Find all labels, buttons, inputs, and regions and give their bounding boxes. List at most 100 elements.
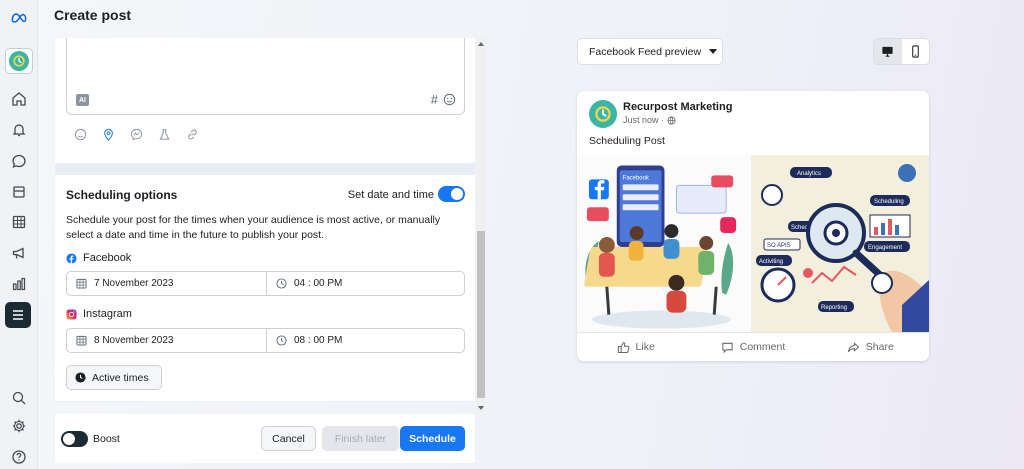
active-times-button[interactable]: Active times — [66, 365, 162, 390]
chevron-down-icon — [709, 49, 718, 54]
desktop-icon — [882, 46, 893, 57]
share-label: Share — [865, 341, 894, 353]
set-date-time-toggle[interactable] — [438, 186, 465, 202]
search-icon[interactable] — [7, 386, 31, 410]
facebook-platform-label: Facebook — [66, 252, 131, 264]
scroll-up-arrow-icon[interactable] — [478, 42, 484, 46]
bell-icon[interactable] — [7, 118, 31, 142]
globe-icon — [667, 115, 676, 125]
activity-tag: Activiting — [759, 259, 783, 265]
scroll-thumb[interactable] — [477, 231, 485, 398]
help-icon[interactable] — [7, 445, 31, 469]
facebook-label: Facebook — [83, 252, 132, 264]
apis-tag: SO APIS — [767, 243, 791, 249]
facebook-time-field[interactable]: 04 : 00 PM — [266, 272, 464, 295]
scheduling-tag-right: Scheduling — [874, 199, 904, 205]
desktop-preview-button[interactable] — [874, 39, 902, 64]
meta-logo-icon[interactable] — [7, 6, 31, 30]
preview-selector-label: Facebook Feed preview — [589, 45, 702, 58]
scheduling-title: Scheduling options — [66, 188, 178, 202]
share-arrow-icon — [847, 341, 860, 352]
facebook-date-value: 7 November 2023 — [94, 278, 174, 289]
thumbs-up-icon — [617, 341, 629, 353]
phone-facebook-text: Facebook — [623, 175, 649, 181]
clock-icon — [276, 278, 287, 289]
like-button[interactable]: Like — [577, 333, 694, 361]
instagram-time-field[interactable]: 08 : 00 PM — [266, 329, 464, 352]
instagram-icon — [66, 308, 77, 320]
instagram-platform-label: Instagram — [66, 308, 132, 320]
instagram-datetime: 8 November 2023 08 : 00 PM — [66, 328, 465, 353]
scroll-down-arrow-icon[interactable] — [478, 406, 484, 410]
schedule-button[interactable]: Schedule — [400, 426, 465, 451]
facebook-date-field[interactable]: 7 November 2023 — [67, 272, 266, 295]
instagram-time-value: 08 : 00 PM — [294, 335, 343, 346]
mobile-preview-button[interactable] — [902, 39, 930, 64]
hashtag-button[interactable]: # — [431, 92, 438, 107]
table-icon[interactable] — [7, 210, 31, 234]
preview-selector-dropdown[interactable]: Facebook Feed preview — [577, 38, 723, 65]
recurpost-logo-icon — [9, 51, 29, 71]
link-icon[interactable] — [185, 127, 200, 142]
social-analytics-illustration: Analytics Scheduling Scheduling SO APIS … — [752, 155, 929, 332]
post-avatar — [589, 100, 617, 128]
account-avatar[interactable] — [5, 48, 33, 74]
clock-icon — [276, 335, 287, 346]
finish-later-button[interactable]: Finish later — [322, 426, 399, 451]
feeling-icon[interactable] — [73, 127, 88, 142]
instagram-date-field[interactable]: 8 November 2023 — [67, 329, 266, 352]
facebook-time-value: 04 : 00 PM — [294, 278, 343, 289]
flask-icon[interactable] — [157, 127, 172, 142]
post-image: Facebook Analytics Scheduling Scheduling… — [577, 155, 929, 332]
scheduling-description: Schedule your post for the times when yo… — [66, 214, 441, 241]
chat-icon[interactable] — [7, 149, 31, 173]
post-time-label: Just now · — [623, 115, 665, 125]
editor-toolbar — [73, 127, 200, 142]
home-icon[interactable] — [7, 87, 31, 111]
page-title: Create post — [54, 7, 132, 23]
engagement-tag: Engagement — [868, 245, 902, 251]
comment-button[interactable]: Comment — [694, 333, 811, 361]
calendar-icon — [76, 278, 87, 289]
messenger-icon[interactable] — [129, 127, 144, 142]
post-actions-bar: Like Comment Share — [577, 332, 929, 361]
comment-icon — [722, 342, 733, 353]
megaphone-icon[interactable] — [7, 241, 31, 265]
comment-label: Comment — [739, 341, 786, 353]
scheduling-options-card: Scheduling options Set date and time Sch… — [55, 175, 475, 401]
instagram-date-value: 8 November 2023 — [94, 335, 174, 346]
instagram-label: Instagram — [83, 308, 132, 320]
boost-toggle[interactable] — [61, 431, 88, 447]
recurpost-logo-icon — [589, 100, 617, 128]
share-button[interactable]: Share — [812, 333, 929, 361]
like-label: Like — [635, 341, 655, 353]
facebook-icon — [66, 252, 77, 264]
feed-post-preview: Recurpost Marketing Just now · Schedulin… — [577, 91, 929, 361]
post-text: Scheduling Post — [589, 135, 665, 147]
cancel-button[interactable]: Cancel — [261, 426, 316, 451]
sidebar — [0, 0, 38, 469]
post-time: Just now · — [623, 115, 676, 125]
boost-label: Boost — [93, 433, 120, 445]
emoji-icon[interactable] — [443, 93, 456, 106]
reporting-tag: Reporting — [821, 305, 847, 311]
post-author: Recurpost Marketing — [623, 101, 733, 113]
active-times-label: Active times — [92, 371, 149, 384]
pages-icon[interactable] — [7, 180, 31, 204]
set-date-time-label: Set date and time — [347, 189, 434, 201]
analytics-tag: Analytics — [797, 171, 821, 177]
gear-icon[interactable] — [7, 414, 31, 438]
clock-filled-icon — [75, 372, 86, 383]
team-scheduling-illustration: Facebook — [577, 155, 752, 332]
post-text-editor[interactable]: AI # — [66, 38, 465, 115]
calendar-icon — [76, 335, 87, 346]
ai-assist-icon[interactable]: AI — [76, 94, 89, 106]
footer-bar: Boost Cancel Finish later Schedule — [55, 414, 475, 463]
post-editor-card: AI # — [55, 38, 475, 163]
menu-icon[interactable] — [5, 302, 31, 328]
mobile-icon — [911, 45, 919, 58]
bar-chart-icon[interactable] — [7, 272, 31, 296]
location-icon[interactable] — [101, 127, 116, 142]
device-toggle — [873, 38, 930, 65]
left-panel-scrollbar[interactable] — [476, 38, 486, 412]
